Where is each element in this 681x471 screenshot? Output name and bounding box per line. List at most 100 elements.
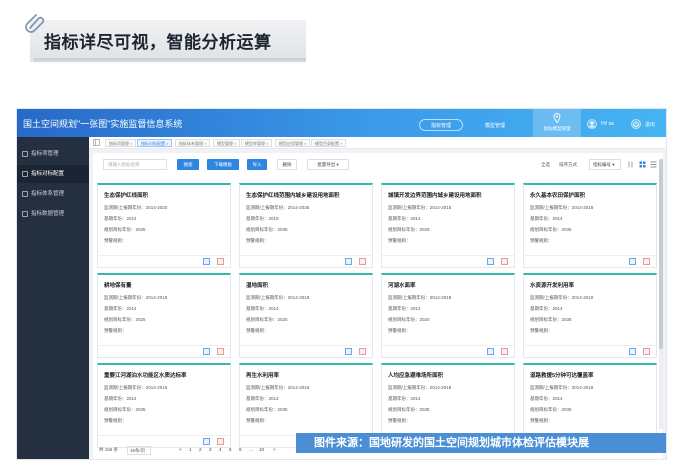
indicator-model-nav-label: 指标模型管理 — [543, 126, 571, 131]
indicator-card[interactable]: 耕地保有量 监测期/上报期年份：2014-2018 基期年份：2014 规划目标年份：… — [97, 273, 231, 358]
indicator-card[interactable]: 生态保护红线范围内城乡建设用地面积 监测期/上报期年份：2014-2035 基期年份… — [239, 183, 373, 268]
card-field-label: 预警规则： — [388, 238, 411, 243]
page-link[interactable]: 10 — [259, 447, 264, 452]
indicator-card[interactable]: 永久基本农田保护面积 监测期/上报期年份：2014-2018 基期年份：2014 规划… — [523, 183, 657, 268]
model-manage-button[interactable]: 模型管理 — [473, 119, 517, 131]
card-field-period: 监测期/上报期年份：2014-2018 — [388, 205, 451, 211]
indicator-manage-button[interactable]: 指标管理 — [419, 119, 463, 131]
card-field-label: 预警规则： — [246, 328, 269, 333]
download-template-button[interactable]: 下载模板 — [207, 159, 239, 170]
edit-icon[interactable] — [203, 348, 210, 355]
page-link[interactable]: 2 — [199, 447, 202, 452]
edit-icon[interactable] — [487, 258, 494, 265]
user-avatar-icon[interactable] — [587, 119, 597, 129]
tab-model-manage[interactable]: 模型管理 × — [213, 139, 241, 147]
card-field-label: 预警规则： — [246, 418, 269, 423]
sort-direction-icon[interactable] — [627, 161, 634, 168]
batch-export-dropdown[interactable]: 批量导出 ▾ — [307, 159, 349, 170]
tab-model-catalog[interactable]: 模型目录配置 × — [311, 139, 347, 147]
card-field-target: 规划目标年份：2025 — [104, 317, 146, 323]
page-link[interactable]: 6 — [239, 447, 242, 452]
sort-select[interactable]: 指标编号 ▾ — [589, 159, 621, 170]
indicator-card[interactable]: 生态保护红线面积 监测期/上报期年份：2014-2020 基期年份：2014 规划目标… — [97, 183, 231, 268]
indicator-card[interactable]: 河湖水面率 监测期/上报期年份：2014-2018 基期年份：2014 规划目标年份：… — [381, 273, 515, 358]
edit-icon[interactable] — [203, 438, 210, 445]
tab-indicator-system[interactable]: 指标体系管理 × — [175, 139, 211, 147]
indicator-card[interactable]: 湿地面积 监测期/上报期年份：2014-2018 基期年份：2014 规划目标年份：2… — [239, 273, 373, 358]
card-field-label: 预警规则： — [388, 328, 411, 333]
card-footer — [240, 255, 372, 267]
tab-model-application[interactable]: 模型应用管理 × — [275, 139, 311, 147]
delete-icon[interactable] — [217, 258, 224, 265]
delete-icon[interactable] — [643, 348, 650, 355]
scrollbar-thumb[interactable] — [659, 159, 663, 349]
delete-icon[interactable] — [359, 258, 366, 265]
sidebar: 指标项管理 指标对标配置 指标体系管理 指标数据管理 — [17, 137, 89, 459]
card-field-base: 基期年份：2014 — [530, 216, 563, 222]
tab-indicator-config[interactable]: 指标对标配置 × — [137, 139, 173, 147]
delete-button[interactable]: 删除 — [277, 159, 297, 170]
delete-icon[interactable] — [359, 348, 366, 355]
edit-icon[interactable] — [345, 348, 352, 355]
card-field-period: 监测期/上报期年份：2014-2018 — [530, 295, 593, 301]
card-field-warn: 预警规则： — [246, 418, 269, 424]
indicator-card-title: 重要江河湖泊水功能区水质达标率 — [104, 373, 187, 379]
list-view-icon[interactable] — [650, 161, 657, 168]
logout-button[interactable]: 退出 — [645, 121, 655, 128]
indicator-card[interactable]: 城镇开发边界范围内城乡建设用地面积 监测期/上报期年份：2014-2018 基期年份… — [381, 183, 515, 268]
page-link[interactable]: 5 — [229, 447, 232, 452]
page-link[interactable]: … — [249, 447, 254, 452]
select-all-toggle[interactable]: 全选 — [541, 162, 550, 168]
import-button[interactable]: 导入 — [247, 159, 267, 170]
sidebar-item-indicator-system[interactable]: 指标体系管理 — [17, 185, 89, 203]
card-field-warn: 预警规则： — [530, 238, 553, 244]
scrollbar[interactable] — [659, 159, 663, 429]
power-icon[interactable] — [631, 119, 641, 129]
card-field-warn: 预警规则： — [530, 418, 553, 424]
card-field-label: 基期年份： — [246, 306, 269, 311]
indicator-card[interactable]: 水资源开发利用率 监测期/上报期年份：2014-2018 基期年份：2014 规划目标… — [523, 273, 657, 358]
grid-view-icon[interactable] — [639, 161, 646, 168]
page-link[interactable]: 1 — [189, 447, 192, 452]
page-size-select[interactable]: 16条/页 — [127, 446, 151, 455]
page-link[interactable]: < — [179, 447, 182, 452]
edit-icon[interactable] — [629, 348, 636, 355]
indicator-card-title: 人均应急避难场所面积 — [388, 373, 444, 379]
card-field-warn: 预警规则： — [104, 328, 127, 334]
sidebar-item-indicator-data[interactable]: 指标数据管理 — [17, 205, 89, 223]
card-field-label: 监测期/上报期年份： — [104, 205, 146, 210]
card-field-warn: 预警规则： — [246, 238, 269, 244]
card-field-label: 基期年份： — [104, 306, 127, 311]
delete-icon[interactable] — [217, 438, 224, 445]
edit-icon[interactable] — [203, 258, 210, 265]
card-field-label: 规划目标年份： — [388, 317, 420, 322]
search-button[interactable]: 搜索 — [177, 159, 199, 170]
tab-model-library[interactable]: 模型库管理 × — [241, 139, 273, 147]
card-field-label: 基期年份： — [388, 216, 411, 221]
card-field-value: 2014 — [410, 216, 421, 221]
sidebar-item-indicator-items[interactable]: 指标项管理 — [17, 145, 89, 163]
card-field-label: 规划目标年份： — [530, 407, 562, 412]
card-field-value: 2014 — [268, 396, 279, 401]
indicator-card-title: 道路救援5分钟可达覆盖率 — [530, 373, 594, 379]
page-link[interactable]: 3 — [209, 447, 212, 452]
card-field-target: 规划目标年份：2025 — [246, 317, 288, 323]
delete-icon[interactable] — [643, 258, 650, 265]
edit-icon[interactable] — [345, 258, 352, 265]
indicator-card[interactable]: 重要江河湖泊水功能区水质达标率 监测期/上报期年份：2014-2018 基期年份：2… — [97, 363, 231, 448]
edit-icon[interactable] — [487, 348, 494, 355]
tab-indicator-items[interactable]: 指标项管理 × — [105, 139, 137, 147]
card-field-value: 2014-2018 — [429, 205, 452, 210]
card-field-label: 规划目标年份： — [530, 227, 562, 232]
page-link[interactable]: 4 — [219, 447, 222, 452]
sidebar-item-indicator-config[interactable]: 指标对标配置 — [17, 165, 89, 183]
card-field-period: 监测期/上报期年份：2014-2018 — [388, 385, 451, 391]
delete-icon[interactable] — [501, 258, 508, 265]
delete-icon[interactable] — [217, 348, 224, 355]
card-field-base: 基期年份：2014 — [388, 306, 421, 312]
delete-icon[interactable] — [501, 348, 508, 355]
menu-toggle-icon[interactable] — [93, 139, 100, 146]
search-input[interactable]: 请输入指标名称 — [103, 159, 167, 170]
edit-icon[interactable] — [629, 258, 636, 265]
page-link[interactable]: > — [273, 447, 276, 452]
